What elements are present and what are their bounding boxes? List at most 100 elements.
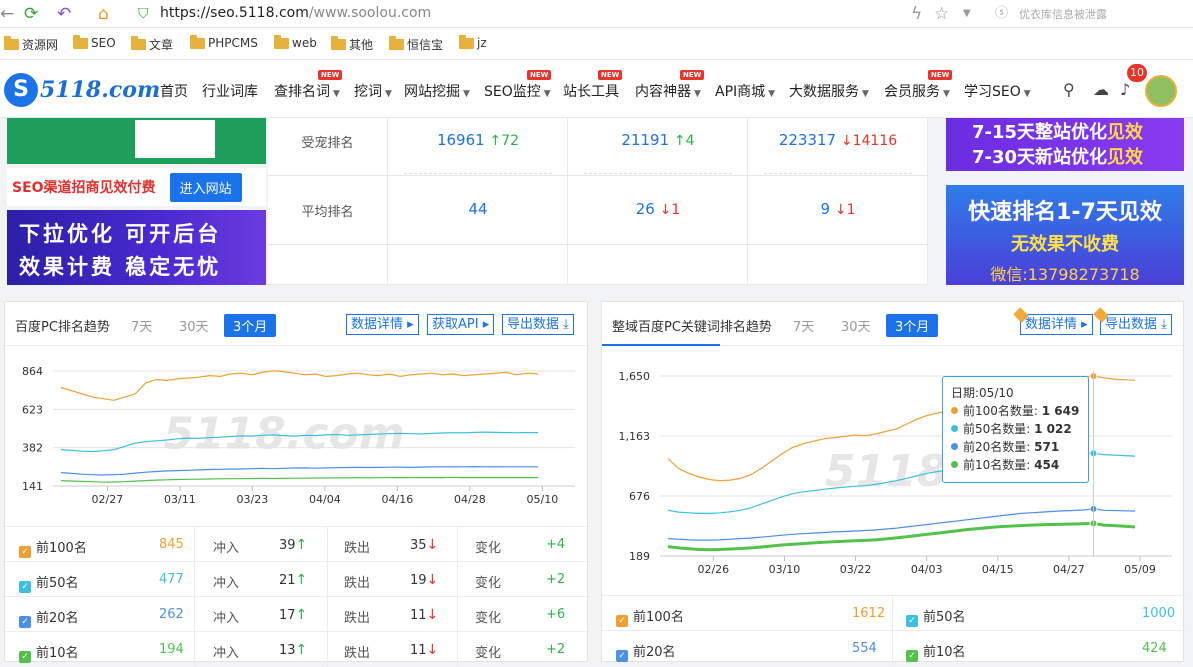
chevron-down-icon[interactable]: ▼	[963, 4, 971, 24]
bookmark-item[interactable]: 文章	[131, 36, 173, 53]
series-label: 前100名	[633, 610, 684, 625]
checkbox-icon[interactable]: ✓	[906, 615, 918, 627]
series-toggle[interactable]: ✓ 前50名	[19, 572, 79, 593]
nav-item-big-data[interactable]: 大数据服务 ▼	[789, 81, 869, 101]
out-label: 跌出	[344, 611, 371, 626]
bell-icon[interactable]: ♪	[1120, 80, 1130, 99]
nav-item-rank-words[interactable]: 查排名词 ▼	[274, 81, 340, 101]
out-label: 跌出	[344, 646, 371, 661]
nav-item-seo-monitor[interactable]: SEO监控 ▼	[484, 81, 551, 101]
checkbox-icon[interactable]: ✓	[616, 650, 628, 662]
bookmark-item[interactable]: 资源网	[4, 36, 58, 53]
ad-banner-purple[interactable]: 7-15天整站优化见效 7-30天新站优化见效	[946, 118, 1184, 171]
out-count: 11↓	[410, 607, 439, 623]
range-3m[interactable]: 3个月	[886, 314, 939, 337]
series-label: 前100名	[36, 541, 87, 556]
site-nav: S 5118.com 首页 行业词库 NEW 查排名词 ▼ 挖词 ▼ 网站挖掘 ▼ N…	[0, 60, 1193, 118]
stat-value: 16961 ↑72	[436, 131, 520, 149]
bookmark-item[interactable]: 恒信宝	[389, 36, 443, 53]
rank-stats-table: 受宠排名 平均排名 16961 ↑72 44 21191 ↑4 26 ↓1 22…	[268, 118, 928, 285]
chevron-down-icon: ▼	[1023, 89, 1031, 99]
export-data-button[interactable]: 导出数据 ⤓	[502, 314, 574, 335]
legend-row: ✓ 前20名 262 冲入 17↑ 跌出 11↓ 变化 +6	[5, 596, 589, 632]
range-30d[interactable]: 30天	[179, 316, 209, 335]
nav-item-membership[interactable]: 会员服务 ▼	[884, 81, 950, 101]
stat-value: 21191 ↑4	[621, 131, 695, 149]
back-icon[interactable]: ←	[0, 4, 14, 24]
nav-item-site-dig[interactable]: 网站挖掘 ▼	[404, 81, 470, 101]
star-icon[interactable]: ☆	[934, 4, 949, 24]
bookmark-item[interactable]: PHPCMS	[190, 34, 258, 50]
checkbox-icon[interactable]: ✓	[19, 651, 31, 663]
cloud-download-icon[interactable]: ☁	[1093, 80, 1109, 99]
range-30d[interactable]: 30天	[841, 316, 871, 335]
bookmark-item[interactable]: web	[274, 34, 317, 50]
folder-icon	[4, 36, 19, 50]
stat-value: 44	[468, 200, 488, 218]
home-icon[interactable]: ⌂	[98, 4, 109, 24]
series-label: 前20名	[633, 645, 676, 660]
bookmark-item[interactable]: jz	[459, 34, 487, 50]
search-icon[interactable]: ⚲	[1063, 80, 1075, 99]
site-logo[interactable]: S 5118.com	[4, 73, 160, 107]
in-label: 冲入	[213, 611, 240, 626]
range-7d[interactable]: 7天	[131, 316, 152, 335]
out-label: 跌出	[344, 541, 371, 556]
get-api-button[interactable]: 获取API ▸	[427, 314, 495, 335]
security-note[interactable]: 优衣库信息被泄露	[1019, 6, 1107, 22]
data-detail-button[interactable]: 数据详情 ▸	[346, 314, 419, 335]
series-value: 194	[159, 642, 184, 657]
banner-seo-text: SEO渠道招商见效付费	[12, 180, 156, 196]
nav-item-industry-words[interactable]: 行业词库	[202, 81, 258, 101]
checkbox-icon[interactable]: ✓	[19, 616, 31, 628]
series-value: 845	[159, 537, 184, 552]
ad-banner-dropdown[interactable]: 下拉优化 可开后台 效果计费 稳定无忧	[7, 210, 266, 285]
series-toggle[interactable]: ✓ 前50名	[906, 606, 966, 627]
export-data-button[interactable]: 导出数据 ⤓	[1093, 307, 1172, 335]
range-7d[interactable]: 7天	[793, 316, 814, 335]
series-line	[60, 476, 538, 483]
undo-icon[interactable]: ↶	[57, 4, 71, 24]
notification-badge[interactable]: 10	[1127, 64, 1147, 82]
bookmark-item[interactable]: SEO	[73, 34, 116, 50]
chevron-down-icon: ▼	[463, 89, 470, 99]
x-tick-label: 03/10	[769, 563, 801, 576]
x-tick-label: 04/15	[982, 563, 1014, 576]
change-label: 变化	[475, 541, 502, 556]
ad-banner-fast-rank[interactable]: 快速排名1-7天见效 无效果不收费 微信:13798273718	[946, 185, 1184, 285]
series-toggle[interactable]: ✓ 前100名	[19, 537, 87, 558]
nav-item-api-mall[interactable]: API商城 ▼	[715, 81, 775, 101]
chevron-down-icon: ▼	[862, 89, 869, 99]
tooltip-date: 日期:05/10	[951, 386, 1014, 400]
ad-banner-green[interactable]	[7, 118, 266, 164]
checkbox-icon[interactable]: ✓	[906, 650, 918, 662]
legend-row: ✓ 前100名 845 冲入 39↑ 跌出 35↓ 变化 +4	[5, 526, 589, 562]
nav-item-home[interactable]: 首页	[160, 81, 188, 101]
range-3m[interactable]: 3个月	[224, 314, 277, 337]
lightning-icon[interactable]: ϟ	[911, 4, 922, 24]
domain-keyword-trend-panel: 整域百度PC关键词排名趋势 7天 30天 3个月 数据详情 ▸ 导出数据 ⤓ 5…	[601, 301, 1185, 666]
checkbox-icon[interactable]: ✓	[19, 581, 31, 593]
avatar[interactable]	[1145, 75, 1177, 107]
series-toggle[interactable]: ✓ 前10名	[906, 641, 966, 662]
series-toggle[interactable]: ✓ 前10名	[19, 642, 79, 663]
nav-item-dig-words[interactable]: 挖词 ▼	[354, 81, 392, 101]
change-value: +6	[546, 607, 566, 622]
nav-item-learn-seo[interactable]: 学习SEO ▼	[964, 81, 1031, 101]
nav-item-webmaster-tools[interactable]: 站长工具	[563, 81, 619, 101]
checkbox-icon[interactable]: ✓	[616, 615, 628, 627]
nav-item-content-tool[interactable]: 内容神器 ▼	[635, 81, 701, 101]
in-label: 冲入	[213, 541, 240, 556]
checkbox-icon[interactable]: ✓	[19, 546, 31, 558]
reload-icon[interactable]: ⟳	[24, 4, 38, 24]
series-value: 1612	[852, 606, 886, 621]
series-toggle[interactable]: ✓ 前20名	[19, 607, 79, 628]
y-tick-label: 1,650	[619, 370, 651, 383]
enter-site-button[interactable]: 进入网站	[169, 172, 242, 202]
series-toggle[interactable]: ✓ 前100名	[616, 606, 684, 627]
url-field[interactable]: https://seo.5118.com/www.soolou.com	[160, 5, 431, 21]
change-label: 变化	[475, 611, 502, 626]
series-toggle[interactable]: ✓ 前20名	[616, 641, 676, 662]
bookmark-item[interactable]: 其他	[331, 36, 373, 53]
data-detail-button[interactable]: 数据详情 ▸	[1013, 307, 1093, 335]
